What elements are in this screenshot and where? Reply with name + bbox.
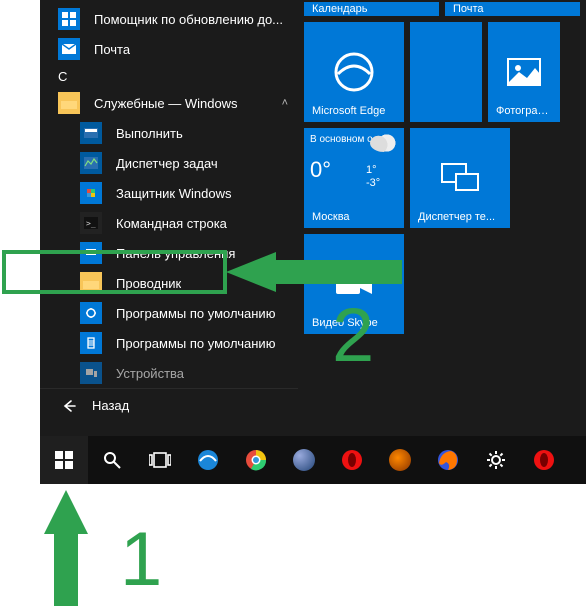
chevron-up-icon: ˄ [282, 97, 288, 109]
app-item-default-programs-2[interactable]: Программы по умолчанию [40, 328, 298, 358]
app-item-default-programs-1[interactable]: Программы по умолчанию [40, 298, 298, 328]
edge-icon [197, 449, 219, 471]
firefox-icon [437, 449, 459, 471]
weather-temp: 0° [310, 157, 398, 183]
app-item-task-manager[interactable]: Диспетчер задач [40, 148, 298, 178]
defender-icon [80, 182, 102, 204]
app-item-label: Почта [94, 42, 130, 57]
weather-range: 1° -3° [366, 164, 380, 190]
app-taskbar-2[interactable] [376, 436, 424, 484]
app-item-mail[interactable]: Почта [40, 34, 298, 64]
app-item-label: Панель управления [116, 246, 235, 261]
tile-spacer [410, 22, 482, 122]
mail-icon [58, 38, 80, 60]
app-item-label: Программы по умолчанию [116, 336, 275, 351]
taskview-button[interactable] [136, 436, 184, 484]
devices-icon [80, 362, 102, 384]
edge-taskbar[interactable] [184, 436, 232, 484]
taskview-icon [149, 449, 171, 471]
taskbar [40, 436, 586, 484]
tile-caption: Фотографии [496, 105, 556, 117]
opera-icon [533, 449, 555, 471]
defaults-icon [80, 332, 102, 354]
app-item-defender[interactable]: Защитник Windows [40, 178, 298, 208]
explorer-icon [80, 272, 102, 294]
controlpanel-icon [80, 242, 102, 264]
brush-icon [389, 449, 411, 471]
tile-remote-desktop[interactable]: Диспетчер те... [410, 128, 510, 228]
globe-icon [293, 449, 315, 471]
all-apps-list: Помощник по обновлению до... Почта С Слу… [40, 0, 298, 436]
settings-taskbar[interactable] [472, 436, 520, 484]
app-item-update-assistant[interactable]: Помощник по обновлению до... [40, 4, 298, 34]
app-item-label: Помощник по обновлению до... [94, 12, 283, 27]
tile-weather[interactable]: В основном о... 0° 1° -3° Москва [304, 128, 404, 228]
apps-letter-header[interactable]: С [40, 64, 298, 88]
cmd-icon: >_ [80, 212, 102, 234]
app-item-label: Устройства [116, 366, 184, 381]
arrow-left-icon [62, 399, 76, 413]
photos-icon [507, 58, 541, 86]
app-item-label: Диспетчер задач [116, 156, 218, 171]
app-item-label: Служебные — Windows [94, 96, 238, 111]
app-taskbar-1[interactable] [280, 436, 328, 484]
opera-taskbar[interactable] [328, 436, 376, 484]
edge-icon [332, 50, 376, 94]
chrome-icon [245, 449, 267, 471]
defaults-icon [80, 302, 102, 324]
tile-caption: Календарь [312, 2, 368, 16]
tile-edge[interactable]: Microsoft Edge [304, 22, 404, 122]
remote-icon [440, 162, 480, 194]
app-item-label: Проводник [116, 276, 181, 291]
tile-photos[interactable]: Фотографии [488, 22, 560, 122]
app-item-control-panel[interactable]: Панель управления [40, 238, 298, 268]
annotation-arrow-1 [44, 490, 88, 606]
tile-caption: Microsoft Edge [312, 105, 385, 117]
app-item-devices[interactable]: Устройства [40, 358, 298, 388]
tile-calendar[interactable]: Календарь [304, 2, 439, 16]
annotation-label-1: 1 [120, 516, 162, 603]
start-button[interactable] [40, 436, 88, 484]
tile-caption: Диспетчер те... [418, 211, 495, 223]
app-item-cmd[interactable]: >_ Командная строка [40, 208, 298, 238]
svg-text:>_: >_ [86, 219, 96, 228]
app-folder-windows-system[interactable]: Служебные — Windows ˄ [40, 88, 298, 118]
tile-caption: Почта [453, 2, 484, 16]
tile-mail[interactable]: Почта [445, 2, 580, 16]
opera-icon [341, 449, 363, 471]
app-item-run[interactable]: Выполнить [40, 118, 298, 148]
app-item-explorer[interactable]: Проводник [40, 268, 298, 298]
app-item-label: Выполнить [116, 126, 183, 141]
windows-logo-icon [53, 449, 75, 471]
chrome-taskbar[interactable] [232, 436, 280, 484]
windows-icon [58, 8, 80, 30]
weather-lo: -3° [366, 177, 380, 190]
run-icon [80, 122, 102, 144]
app-item-label: Защитник Windows [116, 186, 231, 201]
weather-hi: 1° [366, 164, 380, 177]
taskmgr-icon [80, 152, 102, 174]
gear-icon [485, 449, 507, 471]
annotation-label-2: 2 [332, 292, 374, 379]
search-button[interactable] [88, 436, 136, 484]
start-menu: Помощник по обновлению до... Почта С Слу… [40, 0, 586, 436]
app-item-label: Командная строка [116, 216, 227, 231]
weather-city: Москва [312, 211, 350, 223]
back-button[interactable]: Назад [40, 388, 298, 422]
back-label: Назад [92, 398, 129, 413]
cloud-icon [370, 134, 398, 152]
opera-taskbar-2[interactable] [520, 436, 568, 484]
firefox-taskbar[interactable] [424, 436, 472, 484]
app-item-label: Программы по умолчанию [116, 306, 275, 321]
search-icon [101, 449, 123, 471]
letter-label: С [58, 69, 67, 84]
folder-icon [58, 92, 80, 114]
